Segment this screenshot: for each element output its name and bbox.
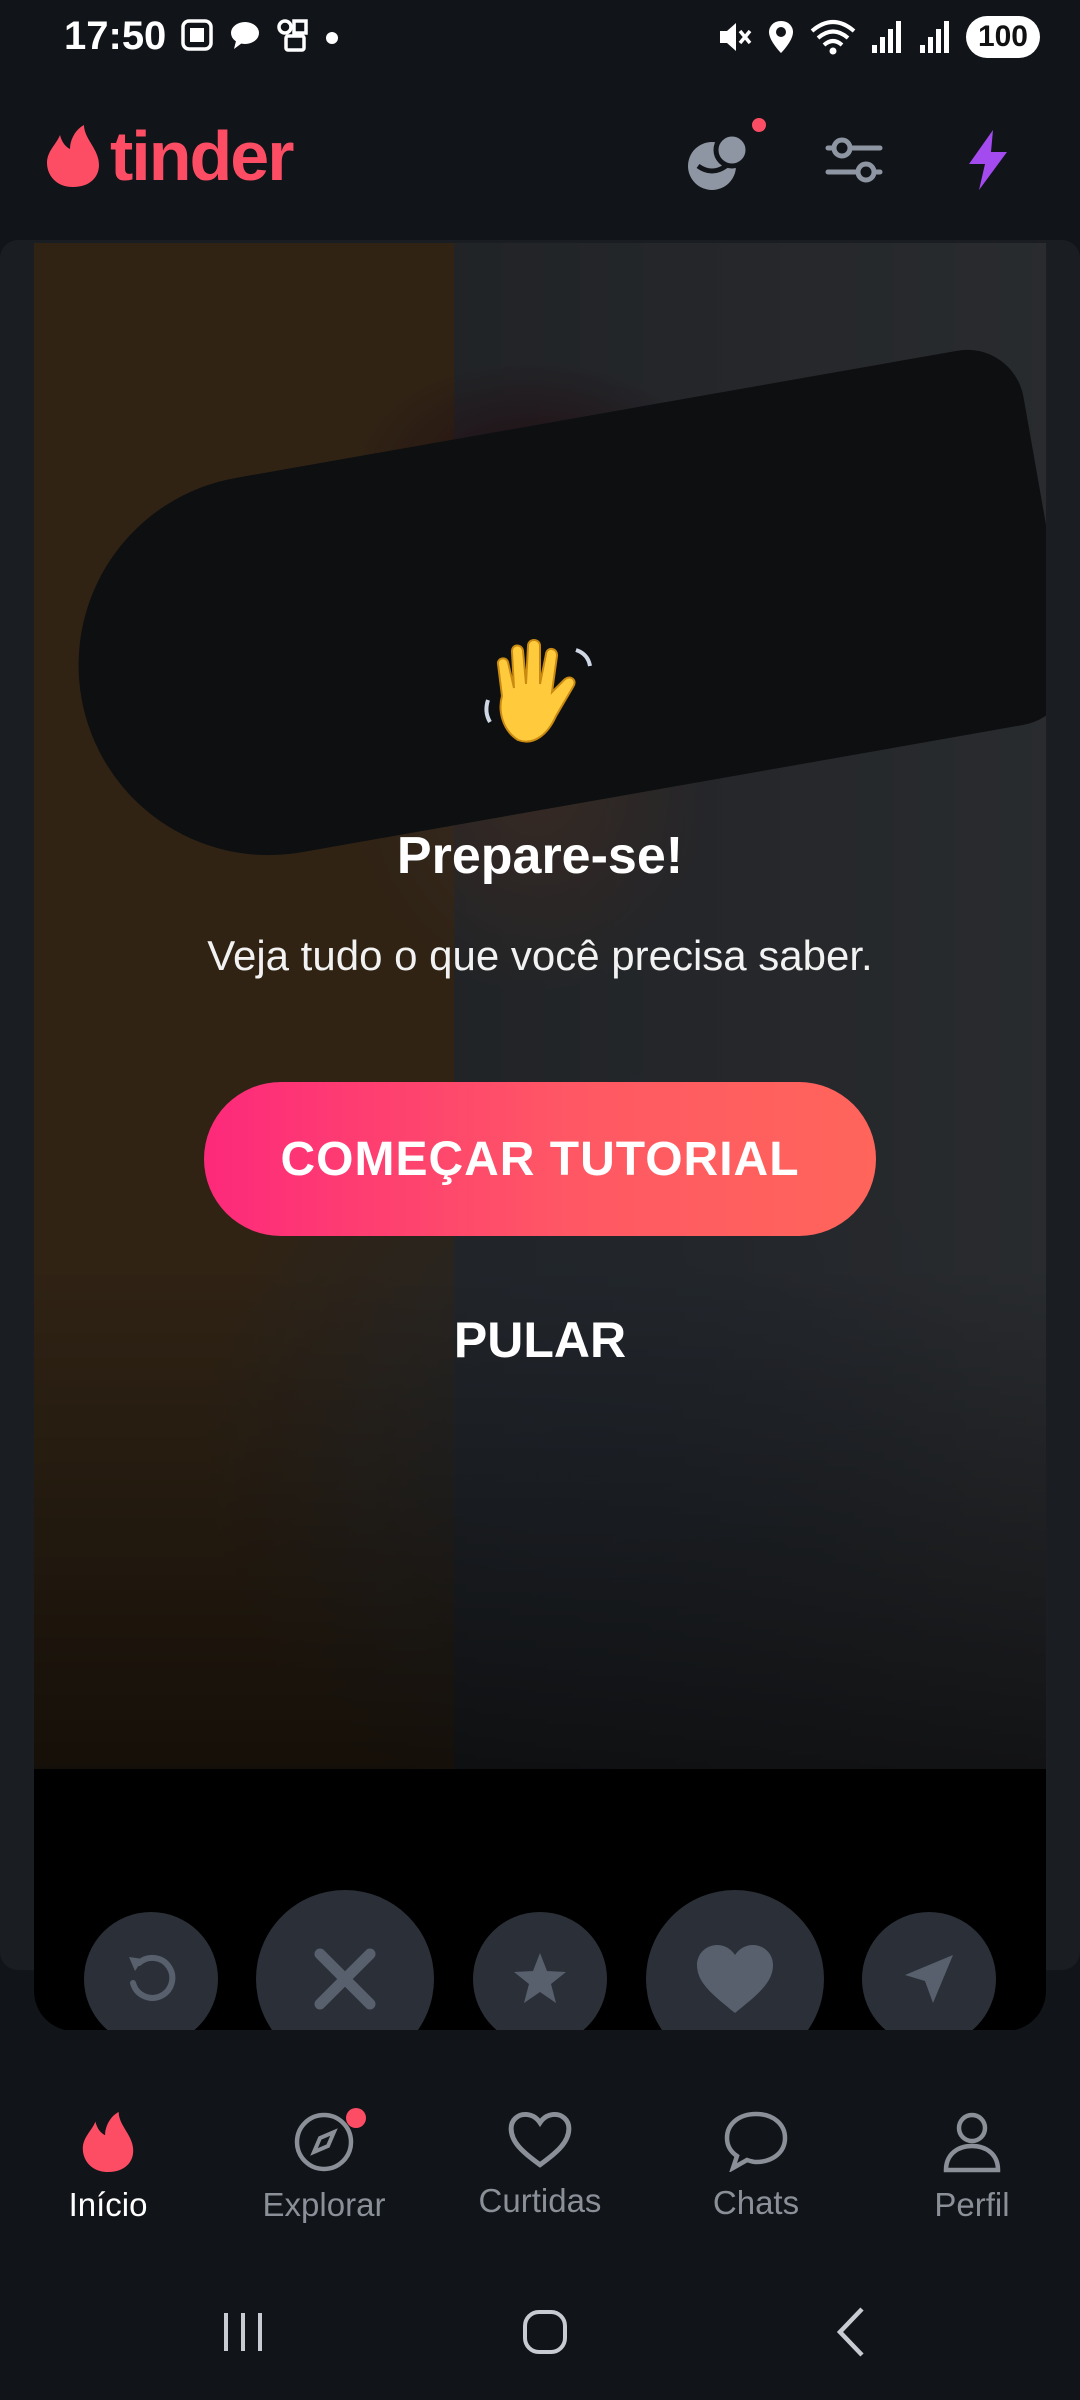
status-bar: 17:50 100 <box>0 0 1080 80</box>
nav-item-inicio[interactable]: Início <box>0 2110 216 2270</box>
cast-icon <box>277 19 308 52</box>
skip-button[interactable]: PULAR <box>390 1300 690 1380</box>
filters-button[interactable] <box>804 110 904 210</box>
location-icon <box>768 21 793 53</box>
status-time: 17:50 <box>64 14 167 58</box>
bottom-nav: Início Explorar Curtidas Chats Perfil <box>0 2030 1080 2260</box>
nav-item-perfil[interactable]: Perfil <box>864 2110 1080 2270</box>
nav-label-explorar: Explorar <box>262 2186 386 2223</box>
super-like-button[interactable] <box>473 1912 607 2046</box>
home-icon <box>523 2310 567 2354</box>
status-icons-left <box>180 18 340 52</box>
back-icon <box>836 2307 864 2357</box>
nav-label-perfil: Perfil <box>934 2186 1010 2223</box>
recents-button[interactable] <box>183 2292 303 2372</box>
tutorial-dim-overlay <box>34 243 1046 1769</box>
wifi-icon <box>810 20 856 55</box>
mute-icon <box>719 23 752 51</box>
start-tutorial-button[interactable]: COMEÇAR TUTORIAL <box>204 1082 876 1236</box>
nav-item-chats[interactable]: Chats <box>648 2110 864 2270</box>
boost-icon <box>969 130 1007 190</box>
logo-text: tinder <box>110 117 294 195</box>
chat-bubble-icon <box>231 22 259 49</box>
rewind-icon <box>129 1954 176 2001</box>
filters-icon <box>825 137 883 183</box>
person-icon <box>943 2112 1001 2173</box>
flame-logo-icon <box>47 125 99 187</box>
system-nav-bar <box>0 2262 1080 2400</box>
rewind-button[interactable] <box>84 1912 218 2046</box>
recents-icon <box>224 2313 262 2351</box>
matches-icon <box>688 131 751 190</box>
tutorial-subtitle: Veja tudo o que você precisa saber. <box>207 932 873 979</box>
nope-icon <box>314 1948 376 2010</box>
dot-icon <box>326 32 338 44</box>
screenshot-icon <box>181 19 213 51</box>
notification-dot <box>752 118 766 132</box>
status-icons-right: 100 <box>716 16 1040 58</box>
battery-indicator: 100 <box>965 16 1040 58</box>
flame-icon <box>82 2111 134 2173</box>
signal-icon <box>919 21 949 53</box>
home-button[interactable] <box>485 2292 605 2372</box>
nav-label-curtidas: Curtidas <box>478 2182 602 2219</box>
send-button[interactable] <box>862 1912 996 2046</box>
explore-notification-dot <box>346 2108 366 2128</box>
profile-photo[interactable] <box>34 243 1046 1769</box>
nav-item-explorar[interactable]: Explorar <box>216 2108 432 2270</box>
like-icon <box>697 1945 773 2013</box>
tinder-logo[interactable]: tinder <box>44 116 294 196</box>
super-like-icon <box>514 1953 566 2003</box>
heart-icon <box>508 2111 572 2168</box>
chat-icon <box>724 2111 788 2172</box>
nav-item-curtidas[interactable]: Curtidas <box>432 2110 648 2270</box>
send-icon <box>905 1955 953 2003</box>
signal-icon <box>871 21 901 53</box>
app-header: tinder <box>0 80 1080 240</box>
nav-label-chats: Chats <box>712 2184 800 2221</box>
matches-button[interactable] <box>672 110 772 210</box>
back-button[interactable] <box>790 2292 910 2372</box>
waving-hand-icon <box>484 639 592 743</box>
boost-button[interactable] <box>938 110 1038 210</box>
nav-label-inicio: Início <box>68 2186 148 2223</box>
tutorial-title: Prepare-se! <box>396 827 684 885</box>
